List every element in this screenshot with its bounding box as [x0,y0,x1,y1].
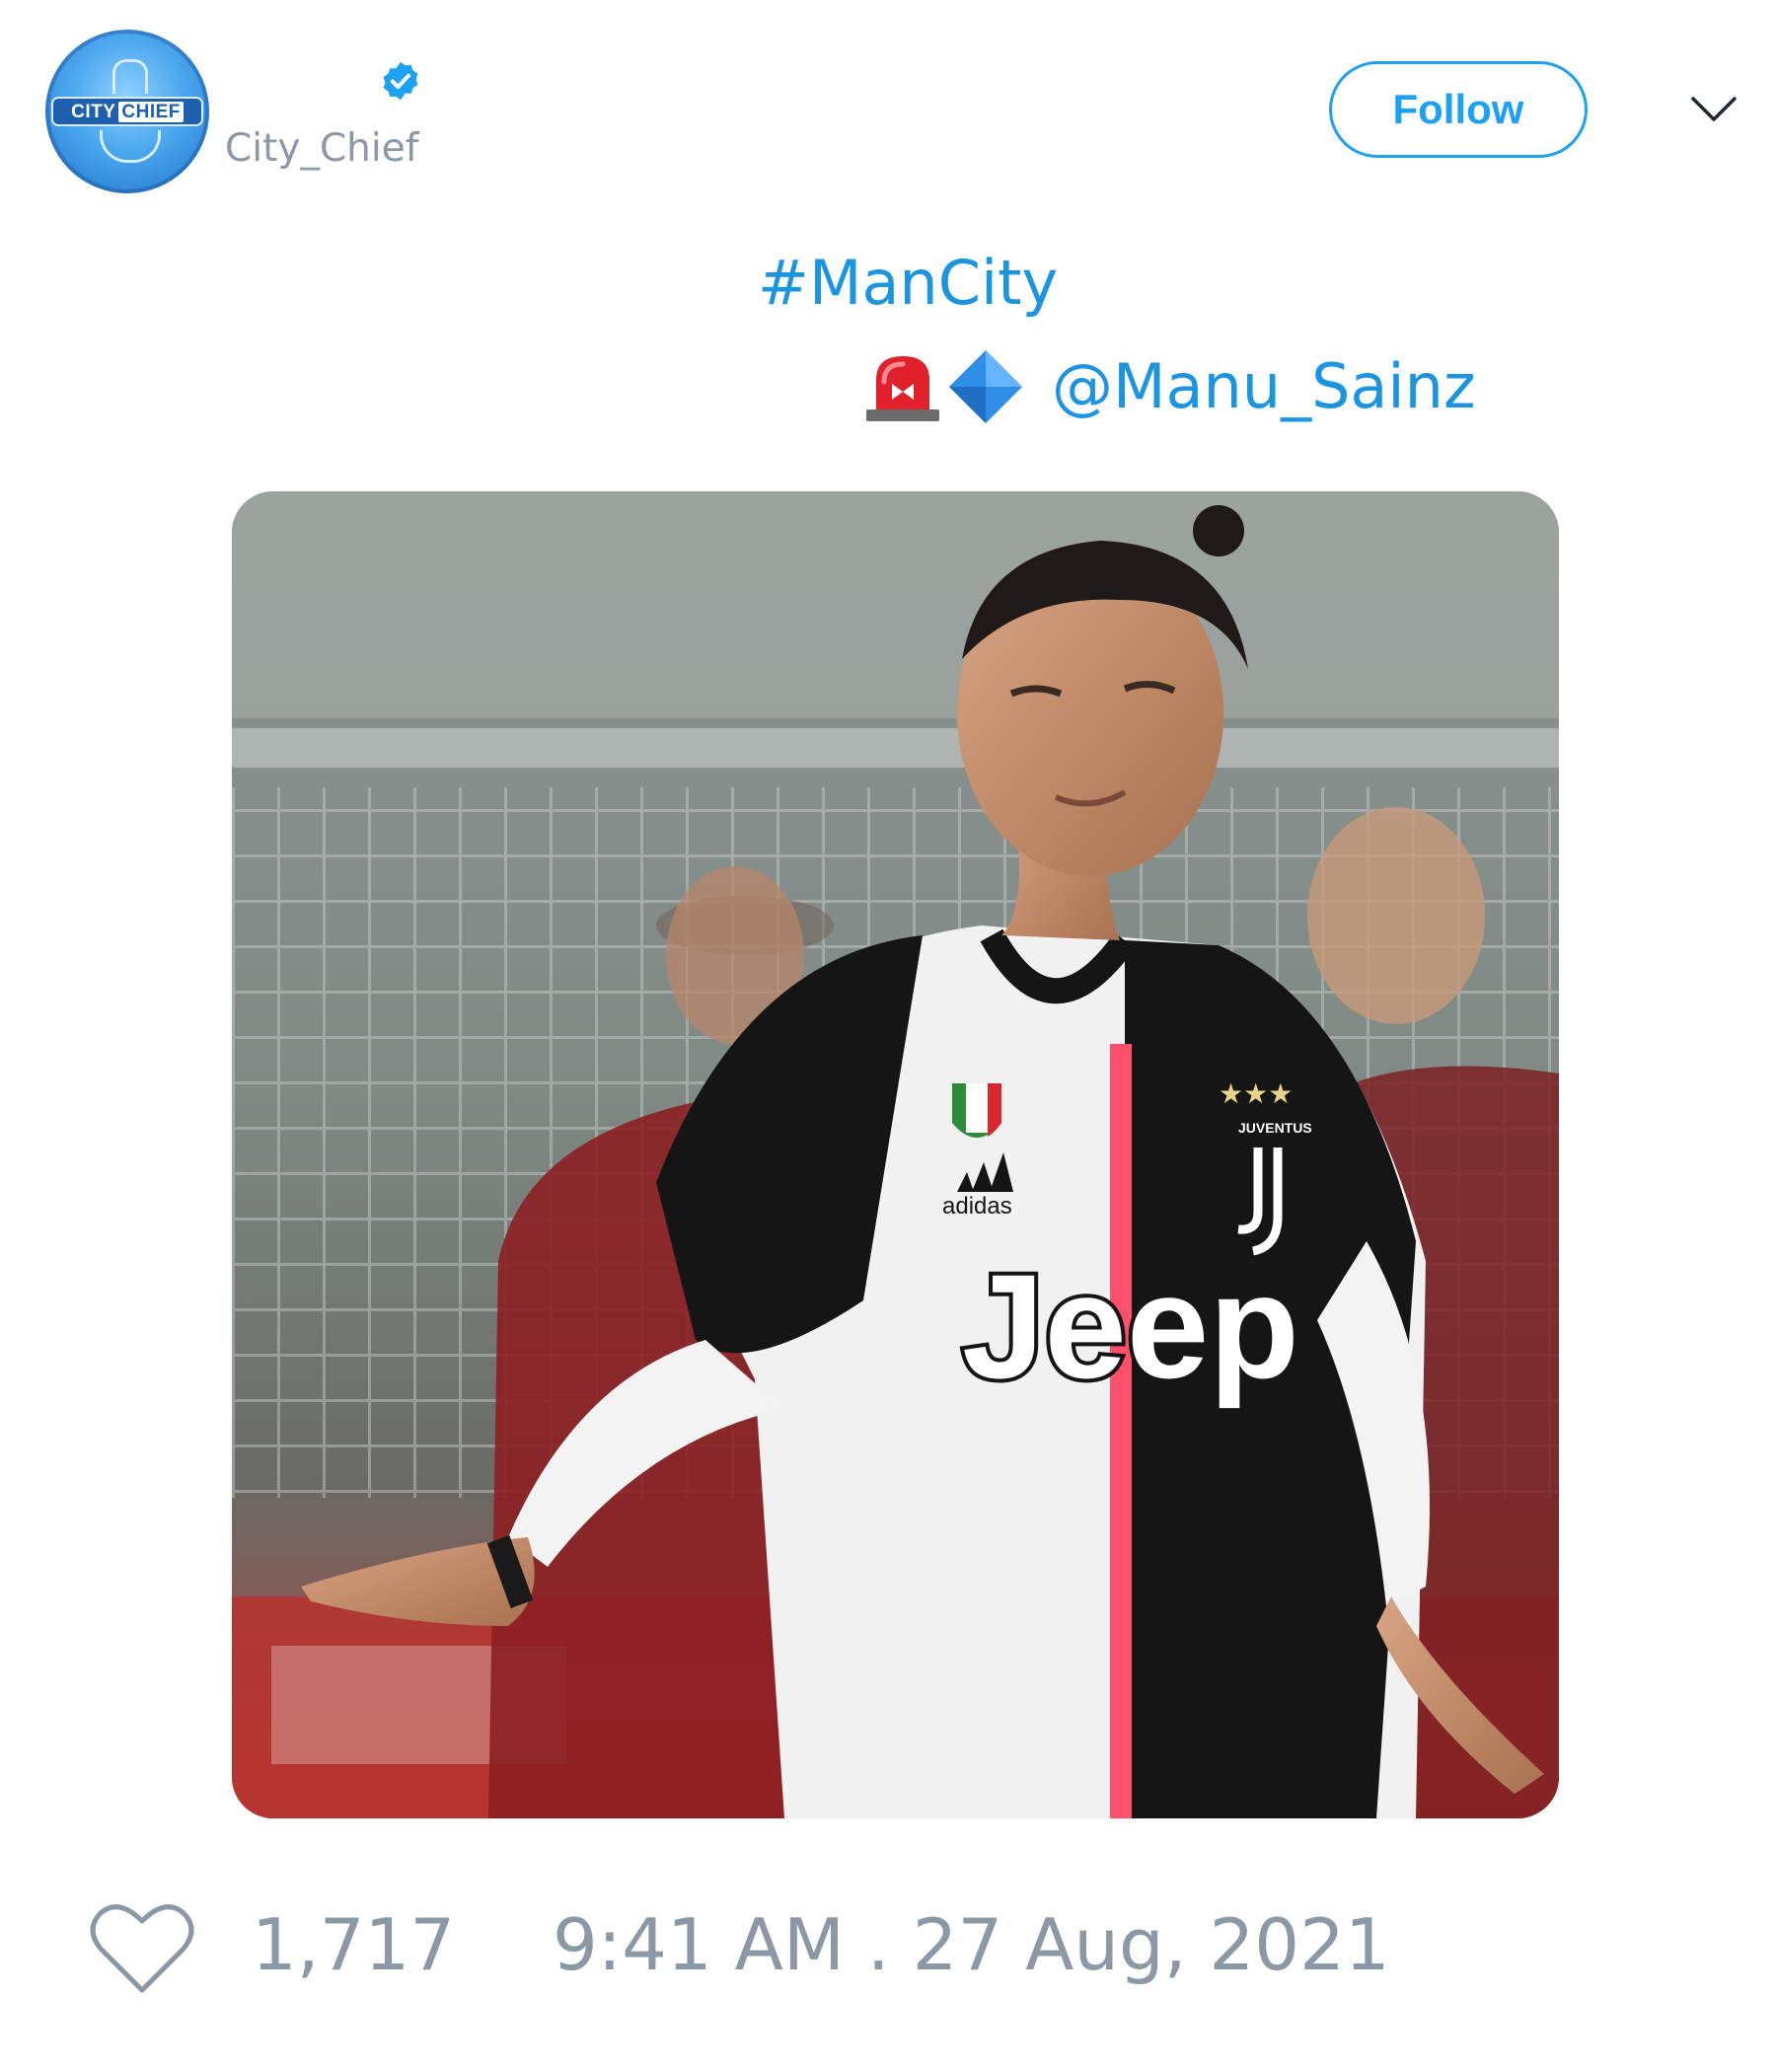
like-count: 1,717 [252,1903,456,1986]
club-mark-text: JUVENTUS [1238,1120,1312,1136]
avatar-logo-word-2: CHIEF [118,101,184,122]
tweet-mention-line: @Manu_Sainz [862,347,1476,426]
hashtag-link[interactable]: #ManCity [758,247,1058,320]
svg-text:★★★: ★★★ [1219,1077,1293,1110]
user-handle[interactable]: City_Chief [225,126,418,173]
tweet-timestamp[interactable]: 9:41 AM . 27 Aug, 2021 [553,1904,1390,1986]
crest-top-decoration [112,59,148,94]
avatar-logo: CITY CHIEF [53,99,201,124]
photo-illustration: adidas ★★★ JUVENTUS Jeep [232,491,1559,1818]
siren-icon [866,356,939,421]
mention-link[interactable]: @Manu_Sainz [1052,350,1476,423]
avatar[interactable]: CITY CHIEF [45,30,209,193]
heart-icon[interactable] [89,1899,195,1998]
tweet-photo[interactable]: adidas ★★★ JUVENTUS Jeep [232,491,1559,1818]
kit-maker-text: adidas [942,1193,1012,1220]
follow-button[interactable]: Follow [1329,61,1588,158]
verified-badge-icon [383,61,418,101]
chevron-down-icon[interactable] [1689,89,1739,128]
avatar-logo-word-1: CITY [71,101,116,122]
blue-diamond-icon [949,350,1022,423]
kit-sponsor-text: Jeep [962,1243,1299,1409]
crest-bottom-decoration [100,130,161,163]
